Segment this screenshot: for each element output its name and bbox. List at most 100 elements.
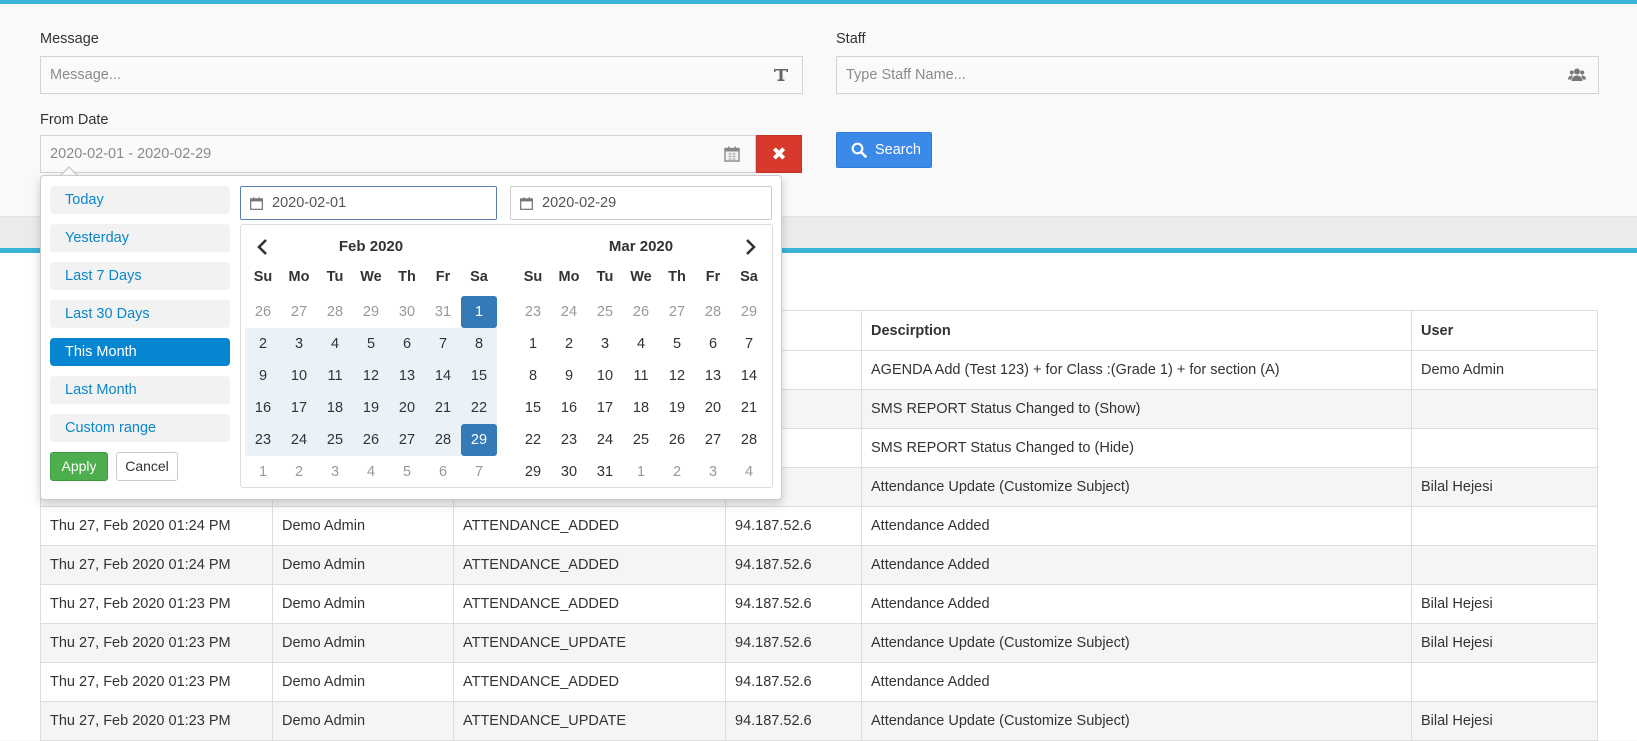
calendar-day[interactable]: 26 — [623, 296, 659, 328]
calendar-day[interactable]: 23 — [515, 296, 551, 328]
calendar-day[interactable]: 15 — [515, 392, 551, 424]
calendar-day[interactable]: 2 — [281, 456, 317, 488]
calendar-day[interactable]: 28 — [317, 296, 353, 328]
column-header-user[interactable]: User — [1411, 310, 1598, 351]
range-option[interactable]: Yesterday — [50, 224, 230, 252]
calendar-day[interactable]: 31 — [425, 296, 461, 328]
calendar-day[interactable]: 3 — [695, 456, 731, 488]
calendar-day[interactable]: 3 — [281, 328, 317, 360]
calendar-day[interactable]: 11 — [317, 360, 353, 392]
calendar-day[interactable]: 25 — [587, 296, 623, 328]
calendar-day[interactable]: 4 — [317, 328, 353, 360]
calendar-day[interactable]: 31 — [587, 456, 623, 488]
calendar-day[interactable]: 20 — [695, 392, 731, 424]
calendar-day[interactable]: 18 — [317, 392, 353, 424]
calendar-day[interactable]: 1 — [461, 296, 497, 328]
range-option[interactable]: This Month — [50, 338, 230, 366]
staff-input[interactable]: Type Staff Name... — [836, 56, 1599, 94]
calendar-day[interactable]: 22 — [515, 424, 551, 456]
calendar-day[interactable]: 5 — [353, 328, 389, 360]
calendar-day[interactable]: 4 — [731, 456, 767, 488]
calendar-day[interactable]: 26 — [245, 296, 281, 328]
calendar-day[interactable]: 7 — [461, 456, 497, 488]
calendar-day[interactable]: 27 — [281, 296, 317, 328]
calendar-day[interactable]: 5 — [389, 456, 425, 488]
calendar-day[interactable]: 5 — [659, 328, 695, 360]
calendar-day[interactable]: 29 — [515, 456, 551, 488]
calendar-day[interactable]: 23 — [551, 424, 587, 456]
calendar-day[interactable]: 24 — [587, 424, 623, 456]
calendar-day[interactable]: 9 — [551, 360, 587, 392]
cancel-button[interactable]: Cancel — [116, 452, 178, 481]
calendar-day[interactable]: 6 — [389, 328, 425, 360]
calendar-day[interactable]: 22 — [461, 392, 497, 424]
calendar-day[interactable]: 2 — [659, 456, 695, 488]
calendar-day[interactable]: 28 — [731, 424, 767, 456]
calendar-day[interactable]: 13 — [389, 360, 425, 392]
calendar-day[interactable]: 8 — [515, 360, 551, 392]
calendar-day[interactable]: 21 — [425, 392, 461, 424]
calendar-day[interactable]: 30 — [389, 296, 425, 328]
column-header-description[interactable]: Descirption — [861, 310, 1412, 351]
range-option[interactable]: Last 7 Days — [50, 262, 230, 290]
calendar-day[interactable]: 23 — [245, 424, 281, 456]
end-date-input[interactable]: 2020-02-29 — [510, 186, 772, 220]
calendar-day[interactable]: 7 — [425, 328, 461, 360]
calendar-day[interactable]: 29 — [461, 424, 497, 456]
calendar-day[interactable]: 24 — [281, 424, 317, 456]
calendar-day[interactable]: 16 — [551, 392, 587, 424]
date-range-input[interactable]: 2020-02-01 - 2020-02-29 — [40, 135, 756, 173]
range-option[interactable]: Today — [50, 186, 230, 214]
search-button[interactable]: Search — [836, 132, 932, 168]
calendar-day[interactable]: 26 — [659, 424, 695, 456]
calendar-day[interactable]: 20 — [389, 392, 425, 424]
calendar-day[interactable]: 28 — [425, 424, 461, 456]
calendar-day[interactable]: 27 — [389, 424, 425, 456]
start-date-input[interactable]: 2020-02-01 — [240, 186, 497, 220]
calendar-day[interactable]: 27 — [695, 424, 731, 456]
calendar-day[interactable]: 14 — [731, 360, 767, 392]
calendar-day[interactable]: 10 — [281, 360, 317, 392]
calendar-day[interactable]: 10 — [587, 360, 623, 392]
calendar-day[interactable]: 29 — [731, 296, 767, 328]
calendar-day[interactable]: 3 — [587, 328, 623, 360]
calendar-day[interactable]: 26 — [353, 424, 389, 456]
calendar-day[interactable]: 28 — [695, 296, 731, 328]
calendar-day[interactable]: 1 — [245, 456, 281, 488]
range-option[interactable]: Custom range — [50, 414, 230, 442]
calendar-day[interactable]: 14 — [425, 360, 461, 392]
clear-date-button[interactable]: ✖ — [756, 135, 802, 173]
calendar-day[interactable]: 21 — [731, 392, 767, 424]
calendar-day[interactable]: 4 — [623, 328, 659, 360]
calendar-day[interactable]: 13 — [695, 360, 731, 392]
calendar-day[interactable]: 11 — [623, 360, 659, 392]
calendar-day[interactable]: 7 — [731, 328, 767, 360]
calendar-day[interactable]: 19 — [659, 392, 695, 424]
range-option[interactable]: Last 30 Days — [50, 300, 230, 328]
calendar-day[interactable]: 25 — [317, 424, 353, 456]
calendar-day[interactable]: 12 — [659, 360, 695, 392]
calendar-day[interactable]: 24 — [551, 296, 587, 328]
calendar-day[interactable]: 1 — [515, 328, 551, 360]
calendar-day[interactable]: 17 — [281, 392, 317, 424]
calendar-day[interactable]: 9 — [245, 360, 281, 392]
calendar-day[interactable]: 1 — [623, 456, 659, 488]
calendar-day[interactable]: 2 — [551, 328, 587, 360]
calendar-day[interactable]: 6 — [695, 328, 731, 360]
calendar-day[interactable]: 30 — [551, 456, 587, 488]
calendar-day[interactable]: 12 — [353, 360, 389, 392]
calendar-day[interactable]: 16 — [245, 392, 281, 424]
range-option[interactable]: Last Month — [50, 376, 230, 404]
calendar-day[interactable]: 27 — [659, 296, 695, 328]
apply-button[interactable]: Apply — [50, 452, 108, 481]
message-input[interactable]: Message... — [40, 56, 803, 94]
calendar-day[interactable]: 19 — [353, 392, 389, 424]
calendar-day[interactable]: 2 — [245, 328, 281, 360]
calendar-day[interactable]: 15 — [461, 360, 497, 392]
calendar-day[interactable]: 3 — [317, 456, 353, 488]
calendar-day[interactable]: 6 — [425, 456, 461, 488]
calendar-day[interactable]: 4 — [353, 456, 389, 488]
calendar-day[interactable]: 18 — [623, 392, 659, 424]
calendar-day[interactable]: 8 — [461, 328, 497, 360]
calendar-day[interactable]: 17 — [587, 392, 623, 424]
